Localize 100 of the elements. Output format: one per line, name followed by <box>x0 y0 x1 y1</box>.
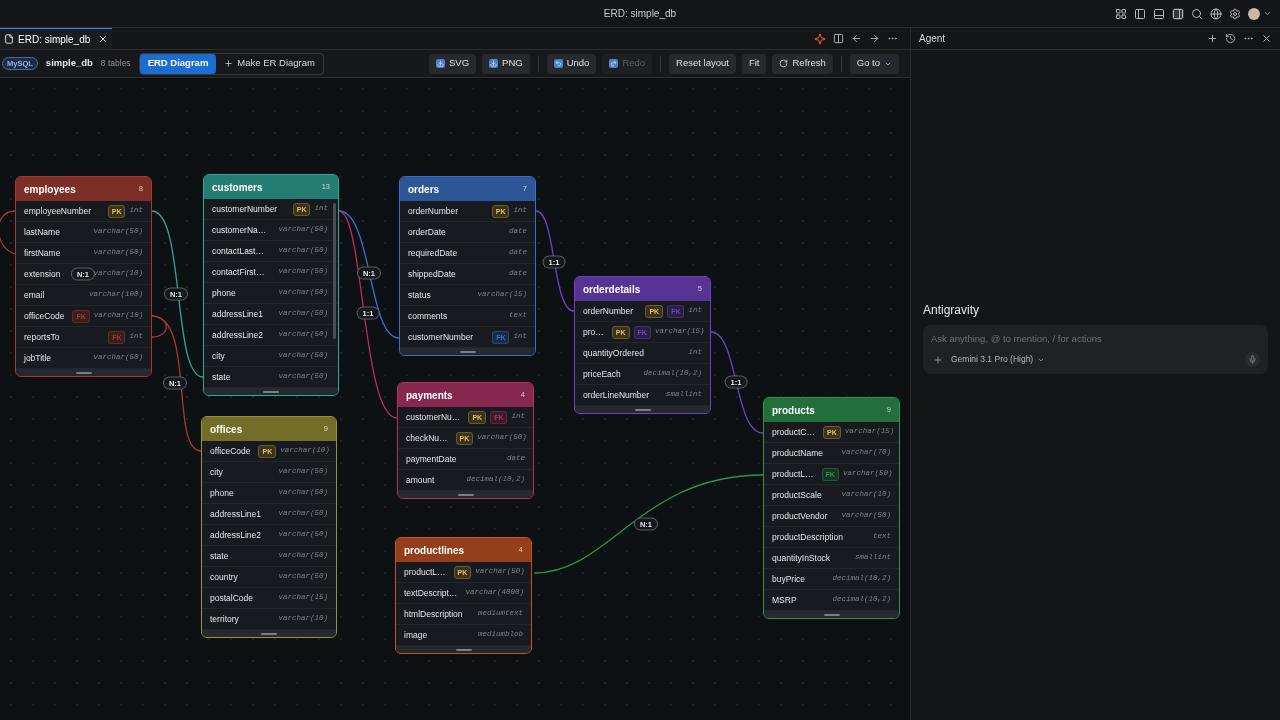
download-icon <box>436 59 445 68</box>
column-name: priceEach <box>583 367 621 381</box>
editor-tab[interactable]: ERD: simple_db <box>0 28 113 49</box>
view-tab[interactable]: ERD Diagram <box>139 53 217 74</box>
layout-grid-icon[interactable] <box>1115 7 1127 20</box>
table-card[interactable] <box>201 416 337 638</box>
column-name: phone <box>212 286 236 300</box>
table-count: 8 tables <box>100 57 131 70</box>
column-name: customerNu… <box>406 410 461 424</box>
column-name: state <box>210 549 229 563</box>
file-icon <box>4 34 14 44</box>
resize-handle[interactable] <box>455 648 472 651</box>
resize-handle[interactable] <box>457 493 474 496</box>
column-name: officeCode <box>210 444 251 458</box>
toolbar-button[interactable]: Refresh <box>772 53 833 74</box>
resize-handle[interactable] <box>634 408 651 411</box>
column-name: lastName <box>24 225 60 239</box>
toolbar-button[interactable]: Undo <box>546 53 597 74</box>
table-name: offices <box>210 422 243 437</box>
panel-right-icon[interactable] <box>1172 7 1184 20</box>
column-name: productScale <box>772 488 822 502</box>
avatar[interactable] <box>1248 7 1260 20</box>
toolbar-button[interactable]: Reset layout <box>669 53 736 74</box>
settings-icon[interactable] <box>1229 7 1241 20</box>
chevron-down-icon[interactable] <box>1263 9 1272 18</box>
column-name: contactFirst… <box>212 265 265 279</box>
column-name: customerNumber <box>408 330 474 344</box>
close-icon[interactable] <box>1261 33 1272 44</box>
split-editor-icon[interactable] <box>833 33 844 44</box>
scrollbar-thumb[interactable] <box>333 203 336 339</box>
microphone-button[interactable] <box>1245 352 1260 367</box>
chat-input[interactable]: Ask anything, @ to mention, / for actions Gemini 3.1 Pro (High) <box>923 324 1268 374</box>
toolbar-button[interactable]: Go to <box>849 53 899 74</box>
column-name: status <box>408 288 431 302</box>
column-name: phone <box>210 486 234 500</box>
search-icon[interactable] <box>1191 7 1203 20</box>
plus-icon[interactable] <box>933 354 943 365</box>
resize-handle[interactable] <box>261 632 277 635</box>
column-name: pro… <box>583 325 604 339</box>
sparkle-icon[interactable] <box>814 32 826 45</box>
column-name: MSRP <box>772 593 797 607</box>
redo-icon <box>609 59 619 68</box>
column-name: addressLine2 <box>212 328 264 342</box>
column-name: quantityOrdered <box>583 346 644 360</box>
column-name: productL… <box>404 565 446 579</box>
column-name: orderNumber <box>408 204 459 218</box>
column-name: jobTitle <box>24 351 52 365</box>
panel-left-icon[interactable] <box>1134 7 1146 20</box>
table-name: products <box>772 403 815 418</box>
resize-handle[interactable] <box>823 613 840 616</box>
column-name: productName <box>772 446 824 460</box>
column-name: paymentDate <box>406 452 457 466</box>
column-name: productDescription <box>772 530 843 544</box>
column-name: orderLineNumber <box>583 388 650 402</box>
plus-icon[interactable] <box>1207 33 1218 44</box>
table-name: payments <box>406 388 453 403</box>
column-name: shippedDate <box>408 267 456 281</box>
column-name: email <box>24 288 45 302</box>
column-name: htmlDescription <box>404 607 463 621</box>
diagram-canvas[interactable] <box>0 78 910 720</box>
column-name: comments <box>408 309 448 323</box>
history-icon[interactable] <box>1225 33 1236 44</box>
microphone-icon <box>1248 355 1257 364</box>
model-select[interactable]: Gemini 3.1 Pro (High) <box>951 353 1046 366</box>
table-card[interactable] <box>203 174 339 396</box>
column-name: postalCode <box>210 591 253 605</box>
column-name: city <box>210 465 223 479</box>
column-name: productL… <box>772 467 814 481</box>
agent-heading: Antigravity <box>923 301 981 319</box>
column-name: checkNu… <box>406 431 448 445</box>
column-name: quantityInStock <box>772 551 831 565</box>
toolbar-button[interactable]: Fit <box>741 53 767 74</box>
column-name: orderDate <box>408 225 446 239</box>
column-name: buyPrice <box>772 572 806 586</box>
close-icon[interactable] <box>98 34 109 44</box>
column-name: customerNa… <box>212 223 267 237</box>
column-name: state <box>212 370 231 384</box>
column-name: firstName <box>24 246 61 260</box>
column-name: addressLine2 <box>210 528 262 542</box>
arrow-right-icon[interactable] <box>869 33 880 44</box>
arrow-left-icon[interactable] <box>851 33 862 44</box>
resize-handle[interactable] <box>263 390 279 393</box>
toolbar-button[interactable]: PNG <box>482 53 530 74</box>
toolbar-button[interactable]: SVG <box>429 53 477 74</box>
table-name: orders <box>408 182 440 197</box>
table-name: productlines <box>404 543 464 558</box>
column-name: amount <box>406 473 435 487</box>
table-name: customers <box>212 180 263 195</box>
resize-handle[interactable] <box>75 371 92 374</box>
table-card[interactable] <box>763 397 900 619</box>
globe-icon[interactable] <box>1210 7 1222 20</box>
panel-bottom-icon[interactable] <box>1153 7 1165 20</box>
column-name: contactLast… <box>212 244 264 258</box>
view-tab[interactable]: Make ER Diagram <box>216 53 323 74</box>
column-name: addressLine1 <box>210 507 262 521</box>
column-name: productC… <box>772 425 815 439</box>
column-name: addressLine1 <box>212 307 264 321</box>
resize-handle[interactable] <box>459 350 476 353</box>
column-name: orderNumber <box>583 304 634 318</box>
column-name: customerNumber <box>212 202 278 216</box>
